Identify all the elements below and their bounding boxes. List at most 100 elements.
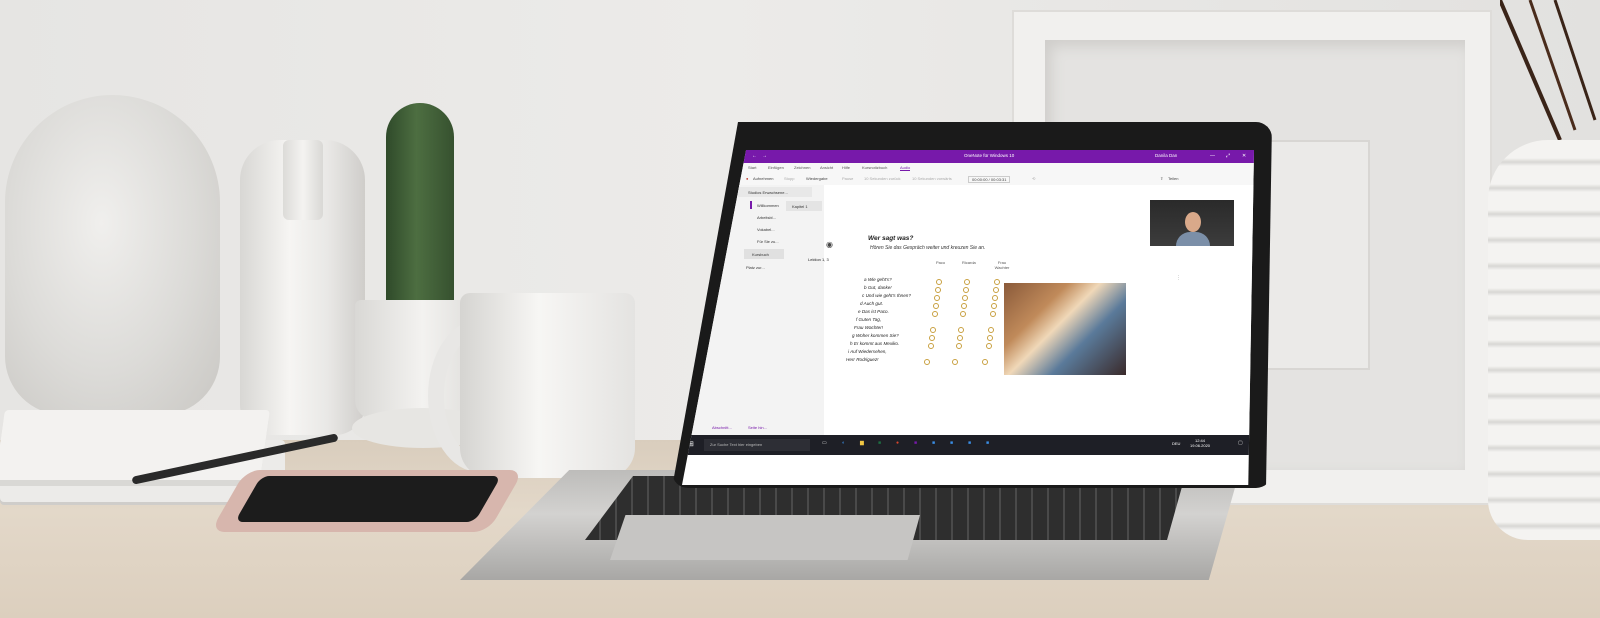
add-section-button[interactable]: Abschnitt... [712, 425, 732, 430]
user-name[interactable]: Danila Dan [1155, 153, 1177, 158]
phone-screen [234, 476, 502, 522]
stop-button[interactable]: Stopp [784, 176, 794, 181]
record-button[interactable]: Aufnehmen [753, 176, 773, 181]
section-vocabulary[interactable]: Vokabel... [757, 227, 775, 232]
menu-draw[interactable]: Zeichnen [794, 165, 810, 170]
dialogue-line: Frau Wachter! [854, 325, 884, 330]
maximize-button[interactable]: ⤢ [1226, 153, 1230, 159]
section-coursebook[interactable]: Kursbuch [752, 252, 769, 257]
answer-circle[interactable] [964, 279, 970, 285]
title-bar: ← → OneNote für Windows 10 Danila Dan — … [682, 150, 1254, 163]
textured-vase [5, 95, 220, 415]
answer-circle[interactable] [987, 335, 993, 341]
back-arrow-icon[interactable]: ← [752, 153, 757, 159]
share-icon[interactable]: ⇪ [1160, 176, 1163, 181]
answer-circle[interactable] [924, 359, 930, 365]
answer-circle[interactable] [935, 287, 941, 293]
back-10s-button[interactable]: 10 Sekunden zurück [864, 176, 900, 181]
person-face [1185, 212, 1201, 232]
add-page-button[interactable]: Seite hin... [748, 425, 767, 430]
white-mug [460, 293, 635, 478]
language-indicator[interactable]: DEU [1172, 441, 1180, 446]
edge-icon[interactable]: ◐ [842, 440, 845, 446]
dialogue-line: a Wie geht's? [864, 277, 892, 282]
more-options-icon[interactable]: ⋮ [1176, 275, 1181, 281]
app-icon[interactable]: ■ [986, 440, 989, 446]
dialogue-line: f Guten Tag, [856, 317, 882, 322]
answer-circle[interactable] [961, 303, 967, 309]
cactus [386, 103, 454, 313]
forward-arrow-icon[interactable]: → [762, 153, 767, 159]
answer-circle[interactable] [994, 279, 1000, 285]
laptop-trackpad [610, 515, 920, 560]
forward-10s-button[interactable]: 10 Sekunden vorwärts [912, 176, 952, 181]
person-shirt [1176, 232, 1210, 246]
audio-ribbon: ● Aufnehmen Stopp Wiedergabe Pause 10 Se… [682, 172, 1254, 186]
answer-circle[interactable] [957, 335, 963, 341]
app-icon[interactable]: ■ [932, 440, 935, 446]
page-tab[interactable]: Kapitel 1 [786, 201, 822, 211]
answer-circle[interactable] [992, 295, 998, 301]
excel-icon[interactable]: ■ [878, 440, 881, 446]
textbook-photo [1004, 283, 1126, 375]
answer-circle[interactable] [956, 343, 962, 349]
notification-icon[interactable]: ▢ [1238, 440, 1243, 446]
clock-date: 19.06.2020 [1190, 443, 1211, 448]
section-worksheets[interactable]: Arbeitsbl... [757, 215, 776, 220]
answer-circle[interactable] [963, 287, 969, 293]
notebook-selector[interactable]: Studios Erwachsene... [738, 187, 812, 197]
menu-view[interactable]: Ansicht [820, 165, 833, 170]
exercise-heading: Wer sagt was? [868, 235, 914, 242]
answer-circle[interactable] [993, 287, 999, 293]
answer-circle[interactable] [928, 343, 934, 349]
answer-circle[interactable] [930, 327, 936, 333]
menu-start[interactable]: Start [748, 165, 756, 170]
chrome-icon[interactable]: ● [896, 440, 899, 446]
answer-circle[interactable] [986, 343, 992, 349]
app-title: OneNote für Windows 10 [964, 153, 1015, 158]
bottle-neck [283, 140, 323, 220]
audio-file-icon[interactable]: ◉ [826, 240, 833, 249]
menu-audio[interactable]: Audio [900, 165, 911, 171]
clock[interactable]: 12:44 19.06.2020 [1190, 438, 1210, 448]
play-button[interactable]: Wiedergabe [806, 176, 828, 181]
answer-circle[interactable] [934, 295, 940, 301]
section-space[interactable]: Platz zur... [746, 265, 765, 270]
onenote-icon[interactable]: ■ [914, 440, 917, 446]
pause-button[interactable]: Pause [842, 176, 853, 181]
dialogue-line: e Das ist Paco. [858, 309, 889, 314]
taskbar-search[interactable]: Zur Suche Text hier eingeben [704, 439, 810, 451]
answer-circle[interactable] [952, 359, 958, 365]
exercise-instruction: Hören Sie das Gespräch weiter und kreuze… [870, 245, 986, 251]
answer-circle[interactable] [936, 279, 942, 285]
menu-class-notebook[interactable]: Kursnotizbuch [862, 165, 887, 170]
task-view-icon[interactable]: ▭ [822, 440, 827, 446]
app-icon[interactable]: ■ [950, 440, 953, 446]
webcam-overlay [1150, 200, 1234, 246]
share-button[interactable]: Teilen [1168, 176, 1178, 181]
dialogue-line: c Und wie geht's Ihnen? [862, 293, 911, 298]
answer-circle[interactable] [958, 327, 964, 333]
answer-circle[interactable] [960, 311, 966, 317]
menu-help[interactable]: Hilfe [842, 165, 850, 170]
answer-circle[interactable] [962, 295, 968, 301]
answer-circle[interactable] [932, 311, 938, 317]
menu-insert[interactable]: Einfügen [768, 165, 784, 170]
answer-circle[interactable] [929, 335, 935, 341]
explorer-icon[interactable]: ▆ [860, 440, 864, 446]
close-button[interactable]: ✕ [1242, 153, 1246, 159]
record-icon[interactable]: ● [746, 176, 748, 181]
answer-circle[interactable] [982, 359, 988, 365]
minimize-button[interactable]: — [1210, 153, 1215, 159]
answer-circle[interactable] [990, 311, 996, 317]
section-for-you[interactable]: Für Sie zu... [757, 239, 779, 244]
section-welcome[interactable]: Willkommen [757, 203, 779, 208]
dry-branches [1500, 0, 1597, 141]
answer-circle[interactable] [991, 303, 997, 309]
answer-circle[interactable] [988, 327, 994, 333]
app-icon[interactable]: ■ [968, 440, 971, 446]
ribbon-option-1[interactable]: ⟲ [1032, 176, 1035, 181]
answer-circle[interactable] [933, 303, 939, 309]
dialogue-line: g Woher kommen Sie? [852, 333, 899, 338]
page-canvas[interactable]: ◉ Lektion 1, 3 Wer sagt was? Hören Sie d… [808, 185, 1254, 435]
